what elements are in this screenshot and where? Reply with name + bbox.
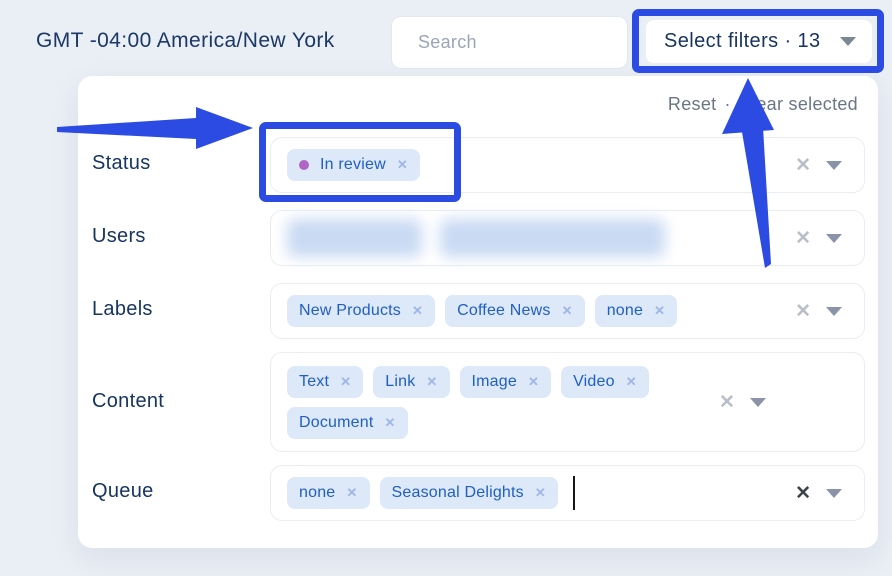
- chip-remove-icon[interactable]: ✕: [385, 415, 396, 431]
- clear-field-icon[interactable]: ✕: [719, 393, 735, 412]
- clear-field-icon[interactable]: ✕: [795, 484, 811, 503]
- select-filters-button[interactable]: Select filters · 13: [646, 20, 872, 63]
- search-box: [391, 16, 628, 69]
- chip-text[interactable]: Text ✕: [287, 366, 363, 398]
- chevron-down-icon[interactable]: [826, 307, 842, 316]
- chip-label: Image: [472, 373, 517, 391]
- chip-label: Link: [385, 373, 415, 391]
- chip-new-products[interactable]: New Products ✕: [287, 295, 435, 327]
- chip-seasonal-delights[interactable]: Seasonal Delights ✕: [380, 477, 558, 509]
- chip-remove-icon[interactable]: ✕: [535, 485, 546, 501]
- chip-remove-icon[interactable]: ✕: [626, 374, 637, 390]
- chip-image[interactable]: Image ✕: [460, 366, 552, 398]
- text-cursor: [573, 476, 575, 510]
- timezone-label: GMT -04:00 America/New York: [36, 29, 335, 53]
- chip-none[interactable]: none ✕: [287, 477, 370, 509]
- filter-label-queue: Queue: [92, 480, 154, 503]
- labels-field[interactable]: New Products ✕ Coffee News ✕ none ✕ ✕: [270, 283, 865, 339]
- chip-remove-icon[interactable]: ✕: [528, 374, 539, 390]
- clear-field-icon[interactable]: ✕: [795, 156, 811, 175]
- chip-label: Text: [299, 373, 329, 391]
- chip-remove-icon[interactable]: ✕: [412, 303, 423, 319]
- filter-label-users: Users: [92, 225, 146, 248]
- queue-chips: none ✕ Seasonal Delights ✕: [287, 468, 783, 518]
- labels-chips: New Products ✕ Coffee News ✕ none ✕: [287, 287, 783, 335]
- chip-in-review[interactable]: In review ✕: [287, 149, 420, 181]
- chip-remove-icon[interactable]: ✕: [426, 374, 437, 390]
- chip-coffee-news[interactable]: Coffee News ✕: [445, 295, 585, 327]
- chip-link[interactable]: Link ✕: [373, 366, 449, 398]
- field-controls: ✕: [719, 393, 772, 412]
- chip-video[interactable]: Video ✕: [561, 366, 649, 398]
- redacted-chip: [440, 219, 665, 257]
- chip-remove-icon[interactable]: ✕: [562, 303, 573, 319]
- chip-label: none: [607, 302, 643, 320]
- field-controls: ✕: [795, 484, 848, 503]
- chevron-down-icon[interactable]: [826, 234, 842, 243]
- content-field[interactable]: Text ✕ Link ✕ Image ✕ Video ✕ Document ✕…: [270, 352, 865, 452]
- chip-label: Video: [573, 373, 615, 391]
- status-chips: In review ✕: [287, 141, 783, 189]
- content-chips: Text ✕ Link ✕ Image ✕ Video ✕ Document ✕: [287, 358, 707, 447]
- field-controls: ✕: [795, 229, 848, 248]
- filter-label-status: Status: [92, 152, 151, 175]
- filter-label-content: Content: [92, 390, 164, 413]
- chevron-down-icon[interactable]: [826, 161, 842, 170]
- panel-header-actions: Reset · Clear selected: [668, 94, 858, 115]
- redacted-chip: [287, 219, 422, 257]
- filter-label-labels: Labels: [92, 298, 153, 321]
- clear-field-icon[interactable]: ✕: [795, 229, 811, 248]
- users-field[interactable]: ✕: [270, 210, 865, 266]
- queue-field[interactable]: none ✕ Seasonal Delights ✕ ✕: [270, 465, 865, 521]
- chip-label: none: [299, 484, 335, 502]
- field-controls: ✕: [795, 302, 848, 321]
- status-field[interactable]: In review ✕ ✕: [270, 137, 865, 193]
- chip-document[interactable]: Document ✕: [287, 407, 408, 439]
- reset-button[interactable]: Reset: [668, 94, 717, 115]
- chip-label: Seasonal Delights: [392, 484, 524, 502]
- chevron-down-icon: [840, 37, 856, 46]
- clear-field-icon[interactable]: ✕: [795, 302, 811, 321]
- separator-dot: ·: [724, 94, 730, 115]
- filters-panel: Reset · Clear selected Status In review …: [78, 76, 878, 548]
- chevron-down-icon[interactable]: [750, 398, 766, 407]
- status-dot-icon: [299, 160, 309, 170]
- search-input[interactable]: [392, 17, 627, 68]
- clear-selected-button[interactable]: Clear selected: [739, 94, 858, 115]
- chip-remove-icon[interactable]: ✕: [346, 485, 357, 501]
- field-controls: ✕: [795, 156, 848, 175]
- chip-none[interactable]: none ✕: [595, 295, 678, 327]
- chip-remove-icon[interactable]: ✕: [340, 374, 351, 390]
- chip-label: New Products: [299, 302, 401, 320]
- chip-label: Document: [299, 414, 374, 432]
- chip-remove-icon[interactable]: ✕: [654, 303, 665, 319]
- select-filters-label: Select filters · 13: [664, 30, 821, 53]
- users-chips-redacted: [287, 211, 783, 265]
- chip-label: Coffee News: [457, 302, 551, 320]
- chip-remove-icon[interactable]: ✕: [397, 157, 408, 173]
- chevron-down-icon[interactable]: [826, 489, 842, 498]
- chip-label: In review: [320, 156, 386, 174]
